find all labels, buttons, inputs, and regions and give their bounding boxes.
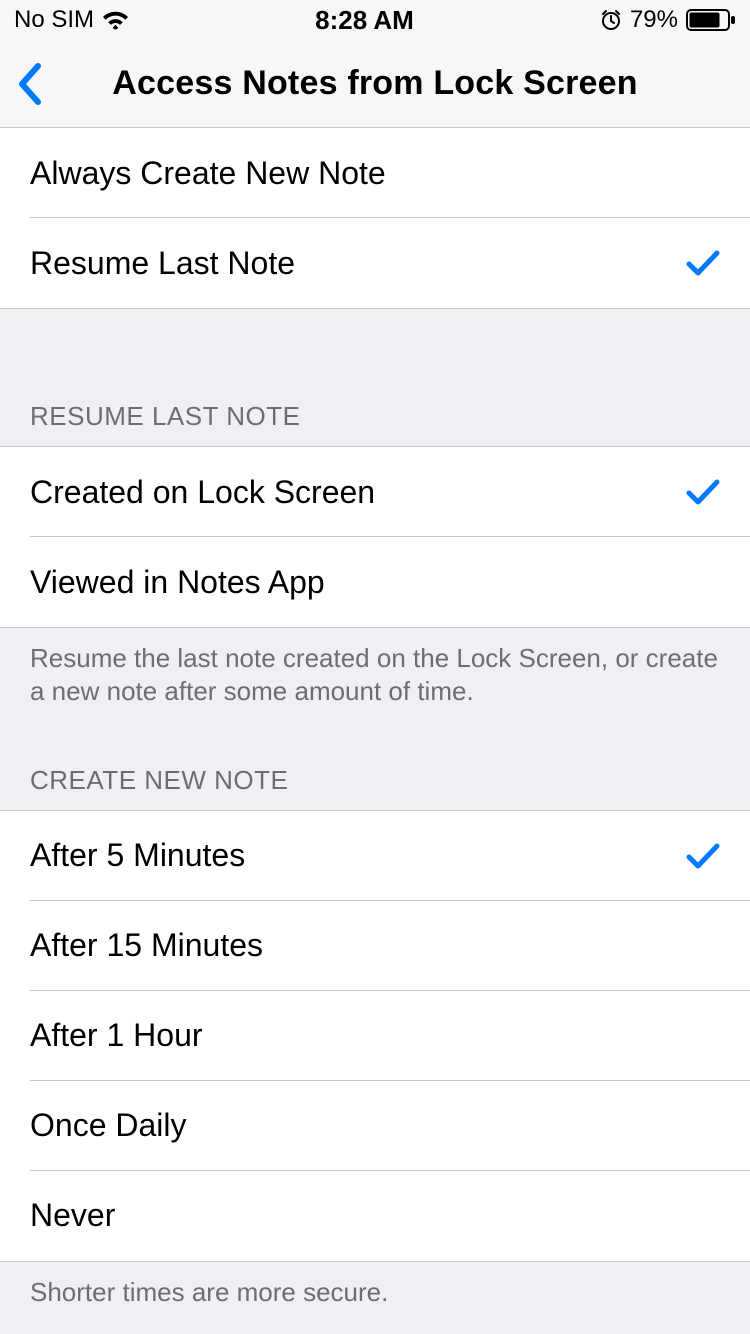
row-label: Resume Last Note <box>30 245 686 282</box>
nav-bar: Access Notes from Lock Screen <box>0 40 750 128</box>
status-left: No SIM <box>14 6 129 34</box>
checkmark-icon <box>686 842 720 870</box>
option-viewed-in-notes-app[interactable]: Viewed in Notes App <box>0 537 750 627</box>
section-footer: Resume the last note created on the Lock… <box>0 628 750 709</box>
status-time: 8:28 AM <box>315 5 414 36</box>
row-label: Always Create New Note <box>30 155 720 192</box>
group-create-new-note: CREATE NEW NOTE After 5 Minutes After 15… <box>0 709 750 1309</box>
back-button[interactable] <box>0 40 60 128</box>
wifi-icon <box>102 10 129 30</box>
row-label: After 5 Minutes <box>30 837 686 874</box>
battery-icon <box>686 9 736 31</box>
option-created-on-lock-screen[interactable]: Created on Lock Screen <box>0 447 750 537</box>
checkmark-icon <box>686 249 720 277</box>
status-bar: No SIM 8:28 AM 79% <box>0 0 750 40</box>
status-right: 79% <box>600 6 736 34</box>
option-after-15-minutes[interactable]: After 15 Minutes <box>0 901 750 991</box>
chevron-left-icon <box>18 63 42 105</box>
group-mode: Always Create New Note Resume Last Note <box>0 128 750 309</box>
option-never[interactable]: Never <box>0 1171 750 1261</box>
row-label: Once Daily <box>30 1107 720 1144</box>
row-label: Created on Lock Screen <box>30 474 686 511</box>
row-label: Never <box>30 1197 720 1234</box>
battery-percentage: 79% <box>630 6 678 34</box>
section-header: RESUME LAST NOTE <box>0 401 750 446</box>
option-resume-last-note[interactable]: Resume Last Note <box>0 218 750 308</box>
carrier-label: No SIM <box>14 6 94 34</box>
section-footer: Shorter times are more secure. <box>0 1262 750 1309</box>
row-label: After 1 Hour <box>30 1017 720 1054</box>
option-once-daily[interactable]: Once Daily <box>0 1081 750 1171</box>
row-label: Viewed in Notes App <box>30 564 720 601</box>
page-title: Access Notes from Lock Screen <box>0 64 750 103</box>
section-header: CREATE NEW NOTE <box>0 765 750 810</box>
option-always-create-new-note[interactable]: Always Create New Note <box>0 128 750 218</box>
option-after-5-minutes[interactable]: After 5 Minutes <box>0 811 750 901</box>
row-label: After 15 Minutes <box>30 927 720 964</box>
option-after-1-hour[interactable]: After 1 Hour <box>0 991 750 1081</box>
group-resume-last-note: RESUME LAST NOTE Created on Lock Screen … <box>0 309 750 709</box>
alarm-icon <box>600 9 622 31</box>
checkmark-icon <box>686 478 720 506</box>
